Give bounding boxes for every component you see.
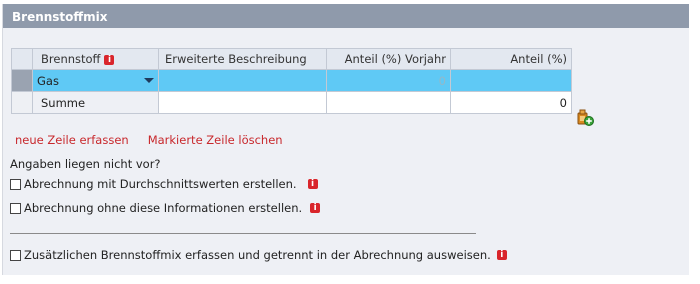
option-average-values[interactable]: Abrechnung mit Durchschnittswerten erste…: [10, 177, 318, 191]
column-header-label: Brennstoff: [41, 52, 101, 66]
missing-info-label: Angaben liegen nicht vor?: [10, 157, 161, 171]
sum-description-cell: [158, 91, 327, 114]
column-header-previous-year[interactable]: Anteil (%) Vorjahr: [326, 48, 451, 70]
sum-row: Summe 0: [11, 91, 572, 114]
previous-year-cell[interactable]: 0: [326, 69, 451, 92]
add-row-link[interactable]: neue Zeile erfassen: [15, 133, 129, 147]
option-label[interactable]: Abrechnung mit Durchschnittswerten erste…: [24, 177, 297, 191]
table-header-row: Brennstoff i Erweiterte Beschreibung Ante…: [11, 48, 572, 70]
sum-share-value: 0: [450, 91, 572, 114]
info-icon[interactable]: i: [104, 54, 115, 65]
row-selector: [11, 91, 33, 114]
row-selector[interactable]: [11, 69, 33, 92]
option-without-info[interactable]: Abrechnung ohne diese Informationen erst…: [10, 201, 321, 215]
divider: [10, 233, 476, 234]
fuel-select-value: Gas: [37, 73, 59, 88]
option-label[interactable]: Abrechnung ohne diese Informationen erst…: [24, 201, 302, 215]
sum-label: Summe: [32, 91, 159, 114]
info-icon[interactable]: i: [307, 179, 318, 189]
column-header-brennstoff[interactable]: Brennstoff i: [32, 48, 159, 70]
option-additional-mix[interactable]: Zusätzlichen Brennstoffmix erfassen und …: [10, 248, 507, 262]
delete-row-link[interactable]: Markierte Zeile löschen: [148, 133, 283, 147]
table-row[interactable]: Gas 0: [11, 69, 572, 92]
checkbox[interactable]: [10, 202, 21, 214]
checkbox[interactable]: [10, 249, 21, 261]
fuel-mix-table: Brennstoff i Erweiterte Beschreibung Ante…: [11, 48, 572, 114]
column-header-share[interactable]: Anteil (%): [450, 48, 572, 70]
chevron-down-icon[interactable]: [144, 78, 154, 83]
checkbox[interactable]: [10, 178, 21, 190]
panel-title: Brennstoffmix: [3, 4, 689, 28]
share-cell[interactable]: [450, 69, 572, 92]
info-icon[interactable]: i: [310, 203, 321, 213]
description-cell[interactable]: [158, 69, 327, 92]
fuel-mix-panel: Brennstoffmix Brennstoff i Erweiterte Bes…: [2, 4, 689, 275]
add-fuel-icon[interactable]: [575, 107, 594, 126]
info-icon[interactable]: i: [496, 250, 507, 260]
sum-previous-year-cell: [326, 91, 451, 114]
row-actions: neue Zeile erfassen Markierte Zeile lösch…: [14, 133, 302, 147]
row-selector-header: [11, 48, 33, 70]
column-header-description[interactable]: Erweiterte Beschreibung: [158, 48, 327, 70]
option-label[interactable]: Zusätzlichen Brennstoffmix erfassen und …: [24, 248, 491, 262]
fuel-select[interactable]: Gas: [32, 69, 159, 92]
